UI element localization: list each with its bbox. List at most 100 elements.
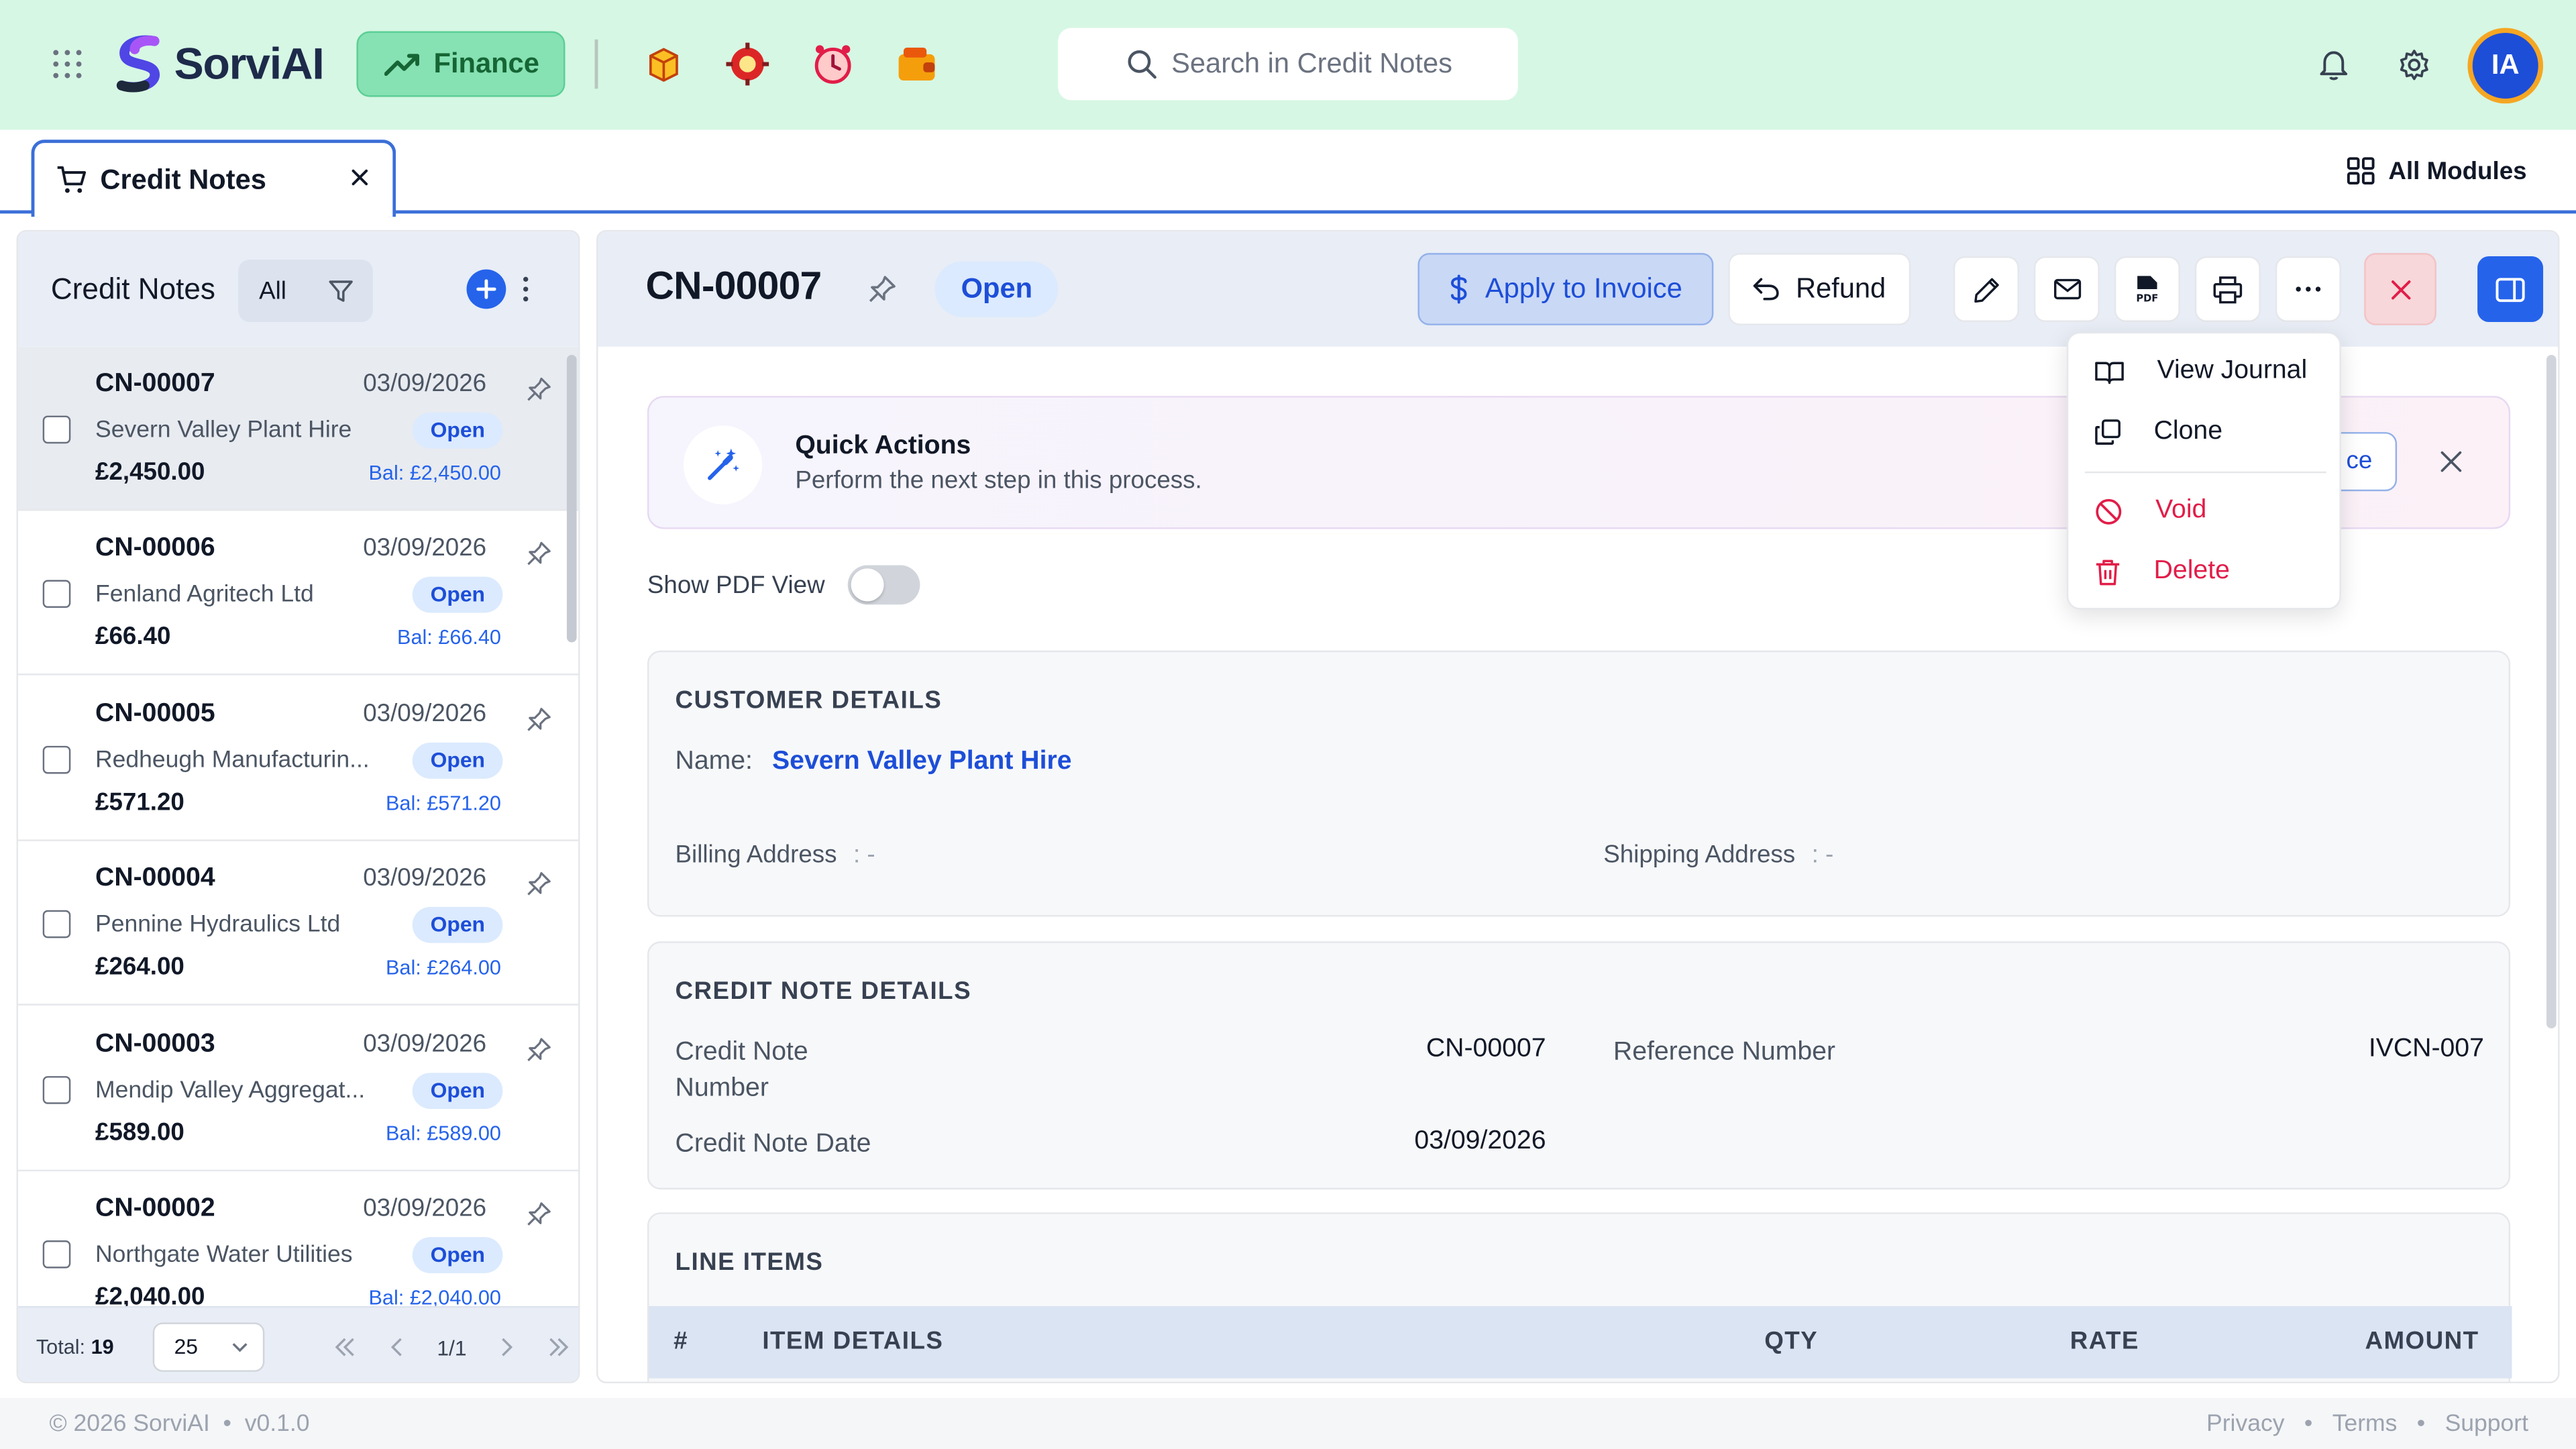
total-count: Total: 19: [36, 1336, 114, 1358]
detail-scrollbar[interactable]: [2546, 354, 2557, 1029]
total-label: Total:: [36, 1336, 86, 1359]
row-checkbox[interactable]: [42, 415, 71, 444]
pin-icon[interactable]: [526, 1201, 552, 1227]
print-button[interactable]: [2194, 256, 2261, 323]
footer-link-terms[interactable]: Terms: [2332, 1411, 2398, 1438]
all-modules-button[interactable]: All Modules: [2346, 156, 2527, 186]
credit-amount: £2,040.00: [95, 1283, 205, 1306]
pin-icon[interactable]: [526, 871, 552, 897]
list-item[interactable]: CN-00002 03/09/2026 Northgate Water Util…: [17, 1171, 579, 1306]
credit-notes-list-panel: Credit Notes All CN-00007 03/09/2026 Sev…: [16, 229, 580, 1384]
more-vertical-icon[interactable]: [521, 273, 531, 306]
next-page-button[interactable]: [480, 1334, 532, 1360]
menu-item-clone[interactable]: Clone: [2068, 404, 2343, 460]
close-tab-icon[interactable]: [350, 168, 370, 187]
edit-button[interactable]: [1953, 256, 2019, 323]
credit-note-number: CN-00003: [95, 1030, 215, 1059]
row-checkbox[interactable]: [42, 910, 71, 938]
shipping-address: Shipping Address: -: [1603, 841, 1833, 869]
customer-name: Pennine Hydraulics Ltd: [95, 912, 341, 938]
footer-link-privacy[interactable]: Privacy: [2206, 1411, 2284, 1438]
column-header: #: [674, 1327, 689, 1356]
copyright-text: © 2026 SorviAI: [49, 1411, 210, 1438]
list-item[interactable]: CN-00004 03/09/2026 Pennine Hydraulics L…: [17, 841, 579, 1006]
footer-links: Privacy • Terms • Support: [2206, 1411, 2528, 1438]
refund-button[interactable]: Refund: [1728, 253, 1911, 325]
gear-icon[interactable]: [2397, 48, 2431, 82]
email-button[interactable]: [2033, 256, 2100, 323]
filter-icon[interactable]: [329, 278, 354, 303]
alarm-clock-app-icon[interactable]: [810, 41, 856, 87]
service-gear-app-icon[interactable]: [724, 41, 771, 87]
divider: [594, 39, 598, 89]
customer-name-link[interactable]: Severn Valley Plant Hire: [772, 747, 1072, 777]
close-icon[interactable]: [2440, 450, 2463, 473]
package-app-icon[interactable]: [641, 41, 687, 87]
bell-icon[interactable]: [2316, 48, 2351, 82]
row-checkbox[interactable]: [42, 1076, 71, 1104]
row-checkbox[interactable]: [42, 1240, 71, 1269]
list-item[interactable]: CN-00006 03/09/2026 Fenland Agritech Ltd…: [17, 511, 579, 676]
credit-amount: £66.40: [95, 623, 171, 651]
tab-credit-notes[interactable]: Credit Notes: [31, 140, 396, 217]
credit-note-number: CN-00006: [95, 533, 215, 562]
show-pdf-label: Show PDF View: [647, 571, 825, 599]
row-checkbox[interactable]: [42, 580, 71, 608]
pdf-button[interactable]: PDF: [2114, 256, 2180, 323]
all-modules-label: All Modules: [2388, 156, 2527, 185]
apps-grid-icon[interactable]: [51, 48, 84, 80]
search-placeholder: Search in Credit Notes: [1171, 48, 1452, 79]
pin-icon[interactable]: [526, 706, 552, 733]
user-avatar[interactable]: IA: [2467, 28, 2544, 104]
apply-to-invoice-button[interactable]: Apply to Invoice: [1417, 253, 1714, 325]
first-page-button[interactable]: [319, 1334, 371, 1360]
pin-icon[interactable]: [526, 541, 552, 567]
toggle-side-panel-button[interactable]: [2477, 256, 2544, 323]
add-credit-note-button[interactable]: [466, 269, 506, 309]
more-horizontal-icon: [2296, 286, 2321, 292]
brand-name: SorviAI: [174, 38, 325, 89]
menu-item-view-journal[interactable]: View Journal: [2068, 343, 2343, 399]
wallet-app-icon[interactable]: [894, 41, 940, 87]
footer-dot: •: [2416, 1411, 2426, 1438]
magic-wand-icon: [683, 425, 763, 504]
copyright: © 2026 SorviAI • v0.1.0: [49, 1411, 309, 1438]
footer-link-support[interactable]: Support: [2445, 1411, 2528, 1438]
module-switcher-finance[interactable]: Finance: [356, 31, 566, 97]
menu-item-void[interactable]: Void: [2068, 483, 2343, 539]
line-items-card: LINE ITEMS # ITEM DETAILS QTY RATE AMOUN…: [647, 1212, 2512, 1382]
row-checkbox[interactable]: [42, 745, 71, 774]
column-header: QTY: [1764, 1327, 1819, 1356]
filter-all-button[interactable]: All: [238, 277, 307, 305]
customer-name: Severn Valley Plant Hire: [95, 417, 352, 444]
credit-note-number: CN-00002: [95, 1194, 215, 1223]
chevron-right-icon: [502, 1338, 513, 1356]
chevrons-left-icon: [335, 1338, 354, 1356]
last-page-button[interactable]: [532, 1334, 578, 1360]
list-item[interactable]: CN-00005 03/09/2026 Redheugh Manufacturi…: [17, 676, 579, 841]
close-icon: [2390, 279, 2410, 299]
close-detail-button[interactable]: [2364, 253, 2436, 325]
credit-note-date: 03/09/2026: [363, 370, 487, 398]
list-title: Credit Notes: [50, 272, 215, 306]
detail-header: CN-00007 Open Apply to Invoice Refund PD…: [598, 231, 2559, 347]
brand-logo[interactable]: SorviAI: [112, 34, 325, 93]
show-pdf-toggle[interactable]: [847, 565, 920, 605]
prev-page-button[interactable]: [371, 1334, 423, 1360]
list-item[interactable]: CN-00007 03/09/2026 Severn Valley Plant …: [17, 346, 579, 511]
section-heading: LINE ITEMS: [675, 1248, 824, 1277]
pin-icon[interactable]: [526, 1036, 552, 1063]
credit-amount: £589.00: [95, 1118, 184, 1147]
credit-amount: £2,450.00: [95, 458, 205, 486]
more-actions-button[interactable]: [2275, 256, 2341, 323]
refund-label: Refund: [1795, 272, 1886, 305]
pagination: 1/1: [319, 1334, 578, 1360]
list-scrollbar[interactable]: [566, 354, 577, 643]
search-input[interactable]: Search in Credit Notes: [1058, 28, 1518, 101]
pin-icon[interactable]: [867, 274, 897, 304]
pin-icon[interactable]: [526, 376, 552, 402]
column-header: AMOUNT: [2365, 1327, 2479, 1356]
per-page-select[interactable]: 25: [152, 1322, 265, 1372]
menu-item-delete[interactable]: Delete: [2068, 544, 2343, 600]
list-item[interactable]: CN-00003 03/09/2026 Mendip Valley Aggreg…: [17, 1007, 579, 1172]
